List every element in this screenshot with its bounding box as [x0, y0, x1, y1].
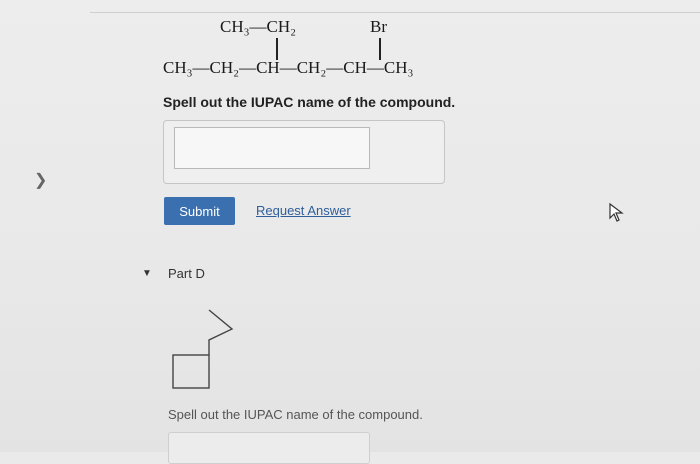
divider	[90, 12, 700, 13]
formula-branch-bromo: Br	[370, 17, 387, 37]
submit-button[interactable]: Submit	[164, 197, 235, 225]
answer-input[interactable]	[174, 127, 370, 169]
formula-bromo-text: Br	[370, 17, 387, 36]
chevron-right-icon[interactable]: ❯	[34, 170, 47, 190]
caret-down-icon[interactable]: ▼	[142, 268, 152, 279]
part-d-label[interactable]: Part D	[168, 266, 205, 281]
mouse-pointer-icon	[609, 202, 624, 222]
formula-branch-ethyl: CH₃—CH₂	[220, 17, 296, 37]
page: CH₃—CH₂ Br CH₃—CH₂—CH—CH₂—CH—CH₃ Spell o…	[0, 0, 700, 464]
part-d-answer-box[interactable]	[168, 432, 370, 464]
formula-branch-text: CH₃—CH₂	[220, 17, 297, 36]
request-answer-link[interactable]: Request Answer	[256, 203, 351, 218]
part-d-prompt: Spell out the IUPAC name of the compound…	[168, 407, 423, 422]
question-prompt: Spell out the IUPAC name of the compound…	[163, 94, 456, 110]
answer-box	[163, 120, 445, 184]
formula-main-chain: CH₃—CH₂—CH—CH₂—CH—CH₃	[163, 58, 413, 78]
bond-vertical-ethyl	[276, 38, 278, 60]
formula-main-text: CH₃—CH₂—CH—CH₂—CH—CH₃	[163, 58, 414, 77]
skeletal-structure	[172, 309, 234, 389]
bond-vertical-bromo	[379, 38, 381, 60]
